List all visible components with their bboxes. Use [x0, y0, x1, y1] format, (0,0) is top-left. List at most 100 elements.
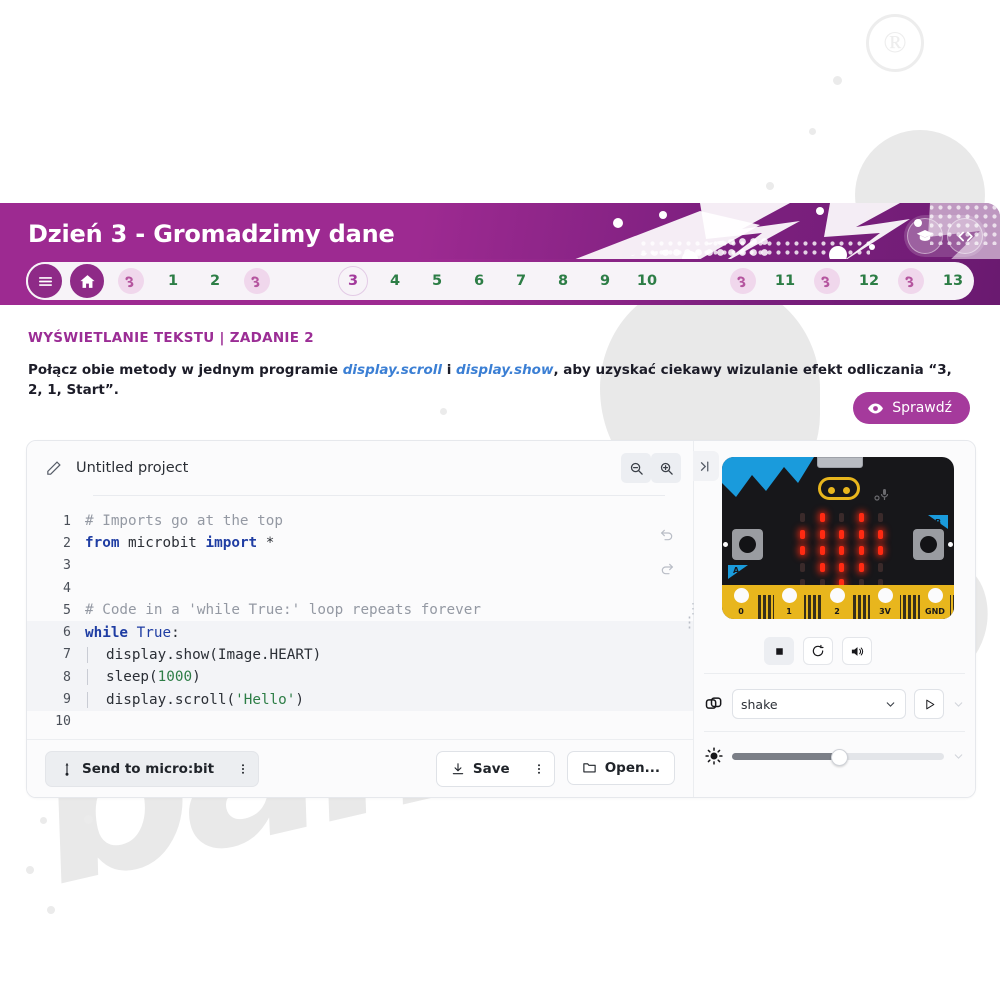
code-editor-pane: Untitled project 1# Imports go at the t: [27, 441, 697, 797]
brightness-knob[interactable]: [831, 748, 848, 766]
code-line[interactable]: 8 sleep(1000): [27, 666, 693, 689]
nav-item-13[interactable]: 13: [932, 262, 974, 300]
nav-item-9[interactable]: 9: [584, 262, 626, 300]
pin-tooth: [953, 595, 954, 619]
nav-item-bee[interactable]: [814, 268, 840, 294]
nav-item-4[interactable]: 4: [374, 262, 416, 300]
send-options-button[interactable]: [228, 752, 258, 786]
bee-icon: [904, 276, 913, 287]
led-3-1: [819, 562, 825, 572]
line-number: 9: [63, 692, 71, 708]
deco-dot: [40, 817, 47, 824]
pin-GND[interactable]: GND: [920, 585, 950, 619]
bee-icon: [736, 276, 745, 287]
send-to-microbit-button[interactable]: Send to micro:bit: [46, 752, 228, 786]
board-flag-a: A: [728, 563, 750, 586]
nav-item-10[interactable]: 10: [626, 262, 668, 300]
usb-icon: [65, 762, 69, 776]
graduation-cap-icon: [916, 230, 934, 241]
code-line[interactable]: 4: [27, 577, 693, 599]
board-button-a[interactable]: [732, 529, 763, 560]
collapse-simulator-button[interactable]: [693, 451, 719, 481]
menu-button[interactable]: [26, 262, 64, 300]
line-number: 2: [63, 535, 71, 551]
pin-tooth: [913, 595, 916, 619]
microbit-board[interactable]: A B 0 1 2 3V GND: [722, 457, 954, 619]
code-view-button[interactable]: [947, 218, 983, 254]
code-line[interactable]: 7 display.show(Image.HEART): [27, 643, 693, 667]
indent-guide: display.scroll('Hello'): [87, 691, 304, 708]
code-text: sleep(1000): [85, 669, 201, 686]
task-link-show: display.show: [456, 362, 554, 378]
nav-item-11[interactable]: 11: [764, 262, 806, 300]
pin-1[interactable]: 1: [774, 585, 804, 619]
gesture-expand-icon[interactable]: [952, 698, 965, 711]
gesture-select[interactable]: shake: [732, 689, 906, 719]
code-line[interactable]: 10: [27, 711, 693, 733]
save-button[interactable]: Save: [437, 752, 524, 786]
nav-item-3[interactable]: 3: [332, 262, 374, 300]
nav-item-bee[interactable]: [898, 268, 924, 294]
nav-item-5[interactable]: 5: [416, 262, 458, 300]
pin-0[interactable]: 0: [726, 585, 756, 619]
graduation-cap-button[interactable]: [907, 218, 943, 254]
code-token: while: [85, 624, 129, 641]
check-button[interactable]: Sprawdź: [853, 392, 970, 424]
nav-item-2[interactable]: 2: [194, 262, 236, 300]
nav-item-label: 1: [167, 273, 179, 289]
stop-button[interactable]: [764, 637, 794, 665]
pin-3V[interactable]: 3V: [870, 585, 900, 619]
nav-item-6[interactable]: 6: [458, 262, 500, 300]
pin-2[interactable]: 2: [822, 585, 852, 619]
simulator-pane: ⋮ A B 0 1 2 3V GND shake: [686, 441, 975, 797]
led-0-2: [839, 513, 844, 522]
pin-label: 0: [738, 607, 744, 616]
indent-guide: sleep(1000): [87, 669, 201, 686]
gesture-play-button[interactable]: [914, 689, 944, 719]
nav-item-7[interactable]: 7: [500, 262, 542, 300]
indent-guide: display.show(Image.HEART): [87, 646, 321, 663]
save-options-button[interactable]: [524, 752, 554, 786]
zoom-in-button[interactable]: [651, 453, 681, 483]
pin-label: 3V: [879, 607, 891, 616]
nav-item-bee[interactable]: [118, 268, 144, 294]
code-line[interactable]: 1 # Imports go at the top: [27, 510, 693, 532]
nav-item-bee[interactable]: [244, 268, 270, 294]
nav-item-12[interactable]: 12: [848, 262, 890, 300]
code-token: *: [257, 535, 275, 552]
deco-dot: [47, 906, 55, 914]
pin-tooth: [863, 595, 866, 619]
brightness-slider[interactable]: [732, 748, 944, 766]
brightness-expand-icon[interactable]: [952, 750, 965, 763]
home-button[interactable]: [68, 262, 106, 300]
pencil-icon[interactable]: [45, 460, 62, 477]
simulator-separator: [704, 731, 965, 732]
zoom-out-button[interactable]: [621, 453, 651, 483]
nav-item-8[interactable]: 8: [542, 262, 584, 300]
code-line[interactable]: 2 from microbit import *: [27, 532, 693, 554]
code-token: import: [205, 535, 258, 552]
undo-icon[interactable]: [659, 527, 675, 543]
code-line[interactable]: 5 # Code in a 'while True:' loop repeats …: [27, 599, 693, 621]
board-contact: [948, 542, 953, 547]
nav-item-1[interactable]: 1: [152, 262, 194, 300]
restart-button[interactable]: [803, 637, 833, 665]
svg-text:A: A: [733, 566, 740, 575]
code-lines[interactable]: 1 # Imports go at the top 2 from microbit i…: [27, 496, 693, 733]
code-line[interactable]: 6 while True:: [27, 621, 693, 644]
collapse-panel-icon: [700, 461, 708, 471]
bee-icon: [820, 276, 829, 287]
code-token: sleep(: [106, 669, 158, 686]
led-1-0: [800, 529, 805, 539]
led-0-3: [858, 513, 864, 522]
code-line[interactable]: 9 display.scroll('Hello'): [27, 688, 693, 711]
sound-button[interactable]: [842, 637, 872, 665]
code-line[interactable]: 3: [27, 555, 693, 577]
brightness-row: [694, 741, 975, 771]
project-name[interactable]: Untitled project: [76, 460, 188, 476]
open-button[interactable]: Open...: [566, 750, 675, 785]
redo-icon[interactable]: [659, 561, 675, 577]
simulator-resize-handle[interactable]: ⋮: [686, 601, 700, 615]
nav-item-bee[interactable]: [730, 268, 756, 294]
